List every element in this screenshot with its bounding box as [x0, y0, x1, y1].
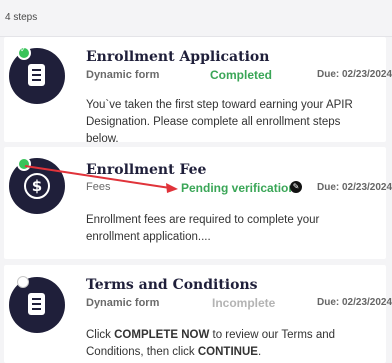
annotation-arrow [24, 165, 178, 193]
